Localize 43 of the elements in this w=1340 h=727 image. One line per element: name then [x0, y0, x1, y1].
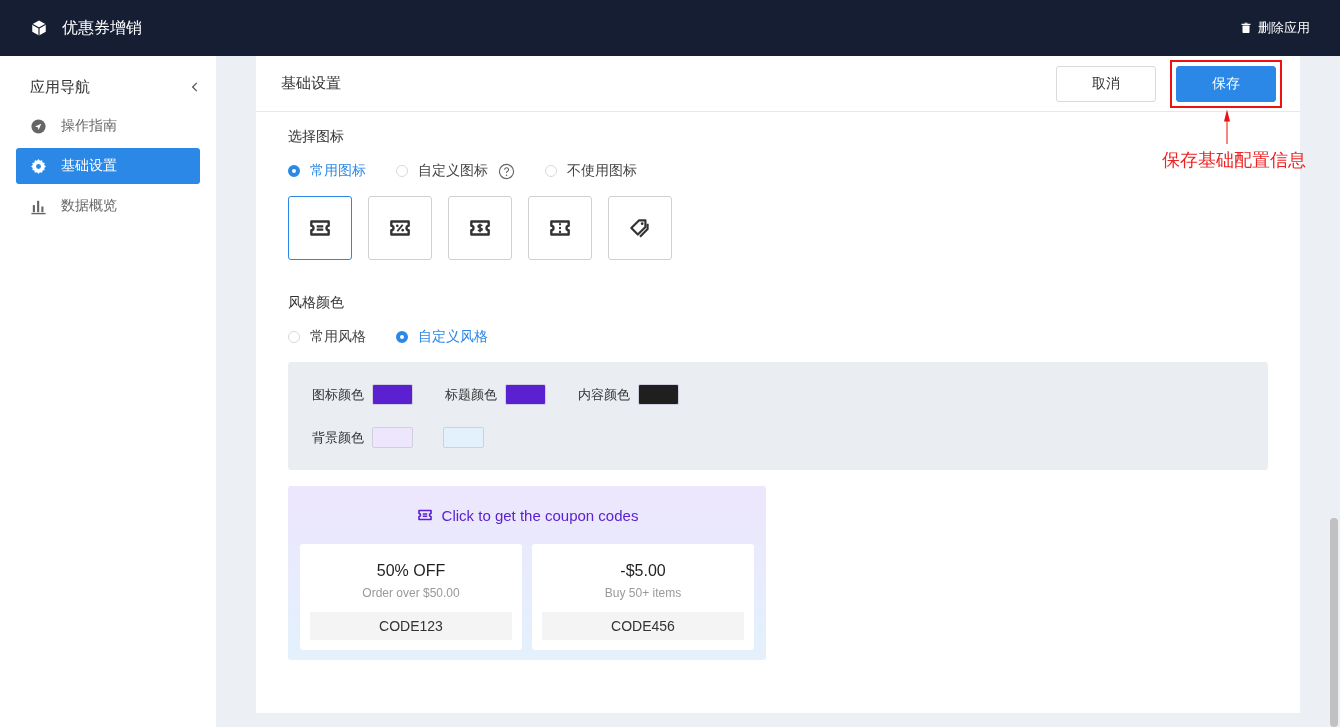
radio-option[interactable]: 不使用图标: [545, 162, 637, 180]
gear-icon: [30, 157, 47, 175]
coupon-code[interactable]: CODE123: [310, 612, 512, 640]
color-label: 图标颜色: [312, 385, 364, 404]
radio-option[interactable]: 自定义图标: [396, 162, 515, 180]
coupon-title: -$5.00: [620, 562, 666, 580]
coupon-condition: Order over $50.00: [362, 586, 460, 600]
section-label: 选择图标: [288, 128, 345, 146]
app-title: 优惠券增销: [62, 17, 142, 38]
color-label: 内容颜色: [578, 385, 630, 404]
icon-option[interactable]: [288, 196, 352, 260]
sidebar-item[interactable]: 操作指南: [16, 108, 200, 144]
trash-icon: [1240, 22, 1252, 34]
coupon-title: 50% OFF: [376, 562, 446, 580]
color-swatch[interactable]: [443, 427, 484, 448]
color-swatch[interactable]: [372, 384, 413, 405]
icon-option[interactable]: [448, 196, 512, 260]
sidebar-item[interactable]: 基础设置: [16, 148, 200, 184]
coupon-code[interactable]: CODE456: [542, 612, 744, 640]
radio-option[interactable]: 自定义风格: [396, 328, 488, 346]
color-swatch[interactable]: [505, 384, 546, 405]
icon-option[interactable]: [608, 196, 672, 260]
radio-option[interactable]: 常用风格: [288, 328, 366, 346]
section-label: 风格颜色: [288, 294, 345, 312]
save-button[interactable]: 保存: [1176, 65, 1276, 102]
icon-option[interactable]: [368, 196, 432, 260]
cube-logo-icon: [30, 19, 48, 37]
help-icon[interactable]: [498, 162, 515, 180]
sidebar-title: 应用导航: [30, 77, 90, 97]
icon-option[interactable]: [528, 196, 592, 260]
scrollbar-thumb[interactable]: [1330, 518, 1338, 727]
color-label: 背景颜色: [312, 428, 364, 447]
preview-header[interactable]: Click to get the coupon codes: [441, 506, 639, 524]
color-swatch[interactable]: [638, 384, 679, 405]
annotation-text: 保存基础配置信息: [1162, 148, 1306, 172]
color-swatch[interactable]: [372, 427, 413, 448]
delete-app-link[interactable]: 删除应用: [1258, 19, 1310, 37]
coupon-condition: Buy 50+ items: [604, 586, 682, 600]
sidebar-item[interactable]: 数据概览: [16, 188, 200, 224]
color-label: 标题颜色: [445, 385, 497, 404]
cancel-button[interactable]: 取消: [1056, 65, 1156, 102]
page-title: 基础设置: [281, 74, 342, 93]
radio-option[interactable]: 常用图标: [288, 162, 366, 180]
